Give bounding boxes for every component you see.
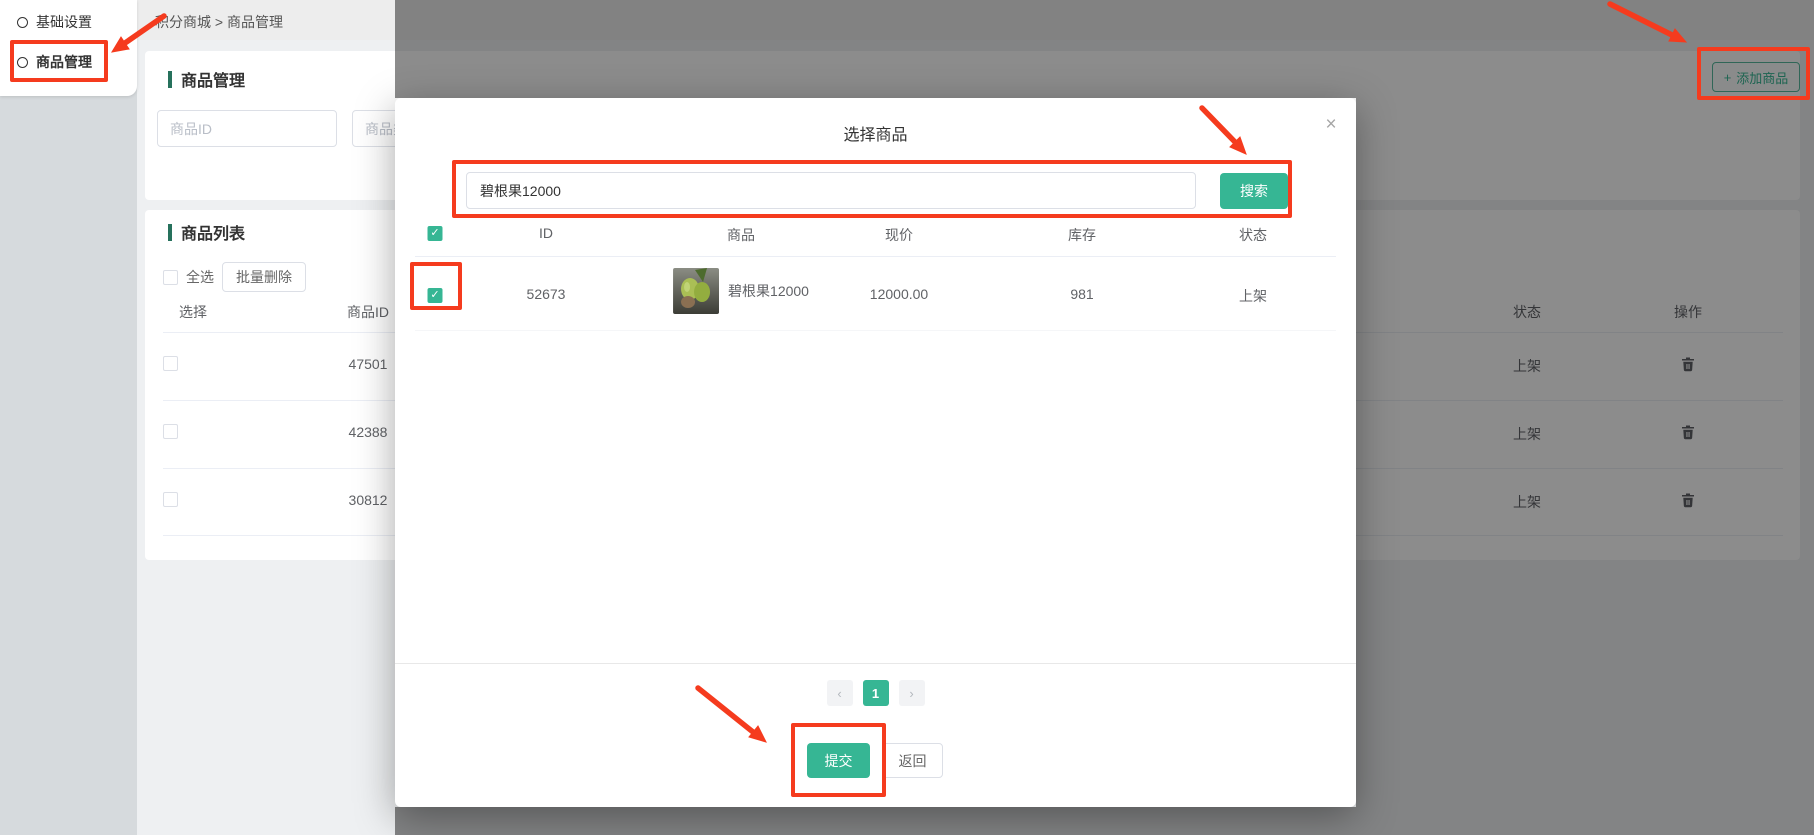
- row-checkbox[interactable]: [163, 356, 178, 371]
- sidebar-item-product-manage[interactable]: 商品管理: [0, 45, 137, 79]
- modal-row-divider: [415, 330, 1336, 331]
- modal-cell-stock: 981: [1070, 286, 1093, 302]
- select-all-checkbox[interactable]: [163, 270, 178, 285]
- modal-col-product: 商品: [727, 225, 755, 245]
- back-button[interactable]: 返回: [882, 743, 943, 778]
- select-product-modal: 选择商品 × 搜索 ✓ ID 商品 现价 库存 状态 ✓ 52673: [395, 98, 1356, 807]
- sidebar-menu: 基础设置 商品管理: [0, 0, 137, 96]
- modal-title: 选择商品: [395, 121, 1356, 145]
- search-button[interactable]: 搜索: [1220, 173, 1288, 209]
- modal-table-divider: [415, 256, 1336, 257]
- modal-col-price: 现价: [885, 225, 913, 245]
- section-bar-icon: [168, 224, 172, 241]
- modal-backdrop[interactable]: [1356, 0, 1814, 835]
- cell-product-id: 47501: [349, 356, 388, 372]
- app-screen: 积分商城 > 商品管理 商品管理 + 添加商品 商品列表 全选 批量删除 选择 …: [0, 0, 1814, 835]
- modal-col-stock: 库存: [1068, 225, 1096, 245]
- modal-footer-divider: [395, 663, 1356, 664]
- pagination-next-button[interactable]: ›: [899, 680, 925, 706]
- modal-col-status: 状态: [1239, 225, 1267, 245]
- circle-icon: [17, 17, 28, 28]
- modal-cell-status: 上架: [1239, 286, 1267, 306]
- cell-product-id: 30812: [349, 492, 388, 508]
- section-title-text: 商品列表: [181, 220, 245, 244]
- modal-cell-product: 碧根果12000: [673, 268, 809, 314]
- sidebar-item-basic-settings[interactable]: 基础设置: [0, 5, 137, 39]
- pagination: ‹ 1 ›: [395, 680, 1356, 706]
- row-checkbox[interactable]: [163, 424, 178, 439]
- breadcrumb: 积分商城 > 商品管理: [155, 12, 283, 32]
- section-bar-icon: [168, 71, 172, 88]
- pagination-page-1[interactable]: 1: [863, 680, 889, 706]
- modal-backdrop[interactable]: [395, 0, 1356, 98]
- modal-search-input[interactable]: [466, 172, 1196, 209]
- modal-select-all-checkbox[interactable]: ✓: [428, 223, 443, 241]
- modal-col-id: ID: [539, 225, 553, 241]
- col-header-select: 选择: [179, 302, 207, 322]
- section-title-product-list: 商品列表: [168, 220, 245, 244]
- modal-backdrop[interactable]: [395, 807, 1356, 835]
- modal-row-checkbox[interactable]: ✓: [428, 285, 443, 303]
- list-controls: 全选 批量删除: [163, 262, 306, 292]
- cell-product-id: 42388: [349, 424, 388, 440]
- col-header-product-id: 商品ID: [347, 302, 389, 322]
- section-title-text: 商品管理: [181, 67, 245, 91]
- circle-icon: [17, 57, 28, 68]
- product-image: [673, 268, 719, 314]
- row-checkbox[interactable]: [163, 492, 178, 507]
- close-icon[interactable]: ×: [1320, 114, 1342, 136]
- batch-delete-button[interactable]: 批量删除: [222, 262, 306, 292]
- sidebar-item-label: 基础设置: [36, 12, 92, 32]
- section-title-product-manage: 商品管理: [168, 67, 245, 91]
- sidebar: 基础设置 商品管理: [0, 0, 137, 835]
- check-icon: ✓: [430, 228, 439, 239]
- modal-cell-product-name: 碧根果12000: [728, 281, 809, 301]
- sidebar-item-label: 商品管理: [36, 52, 92, 72]
- select-all-label: 全选: [186, 267, 214, 287]
- pagination-prev-button[interactable]: ‹: [827, 680, 853, 706]
- product-id-filter-input[interactable]: [157, 110, 337, 147]
- modal-cell-id: 52673: [527, 286, 566, 302]
- submit-button[interactable]: 提交: [807, 743, 870, 778]
- check-icon: ✓: [430, 290, 439, 301]
- modal-cell-price: 12000.00: [870, 286, 928, 302]
